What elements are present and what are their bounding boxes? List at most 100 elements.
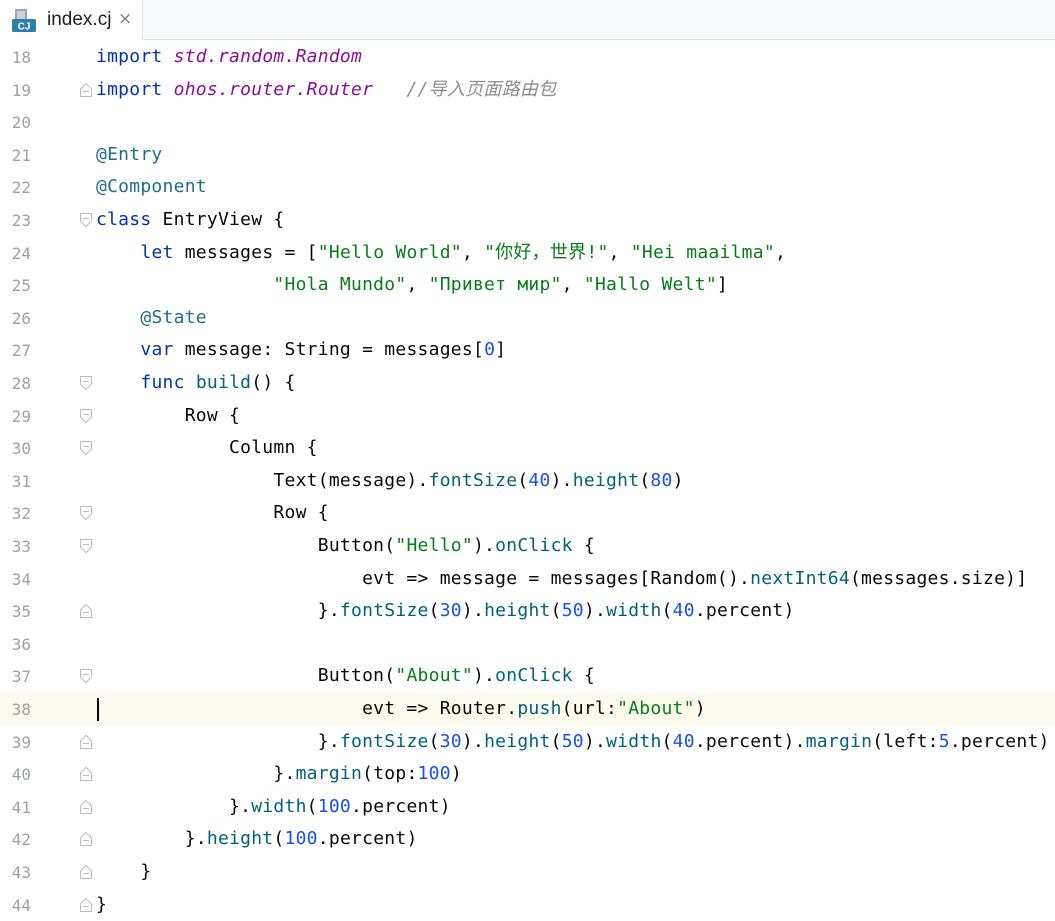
code-token: ). bbox=[461, 600, 485, 622]
code-token: build bbox=[195, 372, 252, 393]
fold-end-icon[interactable] bbox=[79, 799, 93, 815]
code-token: "Hello" bbox=[395, 535, 473, 556]
code-token: width bbox=[606, 600, 662, 622]
fold-start-icon[interactable] bbox=[79, 408, 93, 424]
code-line[interactable]: 26 @State bbox=[0, 302, 1055, 335]
code-line[interactable]: 21 @Entry bbox=[0, 139, 1055, 172]
code-text: var message: String = messages[0] bbox=[96, 339, 506, 361]
code-text: @Entry bbox=[96, 144, 163, 166]
fold-end-icon[interactable] bbox=[79, 734, 93, 750]
fold-end-icon[interactable] bbox=[79, 864, 93, 880]
code-line[interactable]: 19 import ohos.router.Router //导入页面路由包 bbox=[0, 74, 1055, 107]
code-line[interactable]: 28 func build() { bbox=[0, 367, 1055, 400]
code-token: Column { bbox=[96, 437, 318, 459]
code-editor[interactable]: 18 import std.random.Random 19 import ohos.… bbox=[0, 41, 1055, 917]
code-token: @Entry bbox=[96, 143, 163, 165]
code-line[interactable]: 33 Button("Hello").onClick { bbox=[0, 530, 1055, 563]
fold-start-icon[interactable] bbox=[79, 375, 93, 391]
code-text: }.width(100.percent) bbox=[96, 796, 451, 818]
code-token: }. bbox=[96, 600, 340, 622]
code-token: ). bbox=[583, 730, 607, 752]
code-line[interactable]: 38 evt => Router.push(url:"About") bbox=[0, 693, 1055, 726]
fold-start-icon[interactable] bbox=[79, 505, 93, 521]
code-token: ). bbox=[461, 730, 485, 752]
code-line[interactable]: 40 }.margin(top:100) bbox=[0, 758, 1055, 791]
code-line[interactable]: 36 bbox=[0, 628, 1055, 661]
code-text: "Hola Mundo", "Привет мир", "Hallo Welt"… bbox=[96, 274, 728, 296]
code-line[interactable]: 42 }.height(100.percent) bbox=[0, 823, 1055, 856]
fold-start-icon[interactable] bbox=[79, 212, 93, 228]
line-number: 33 bbox=[11, 537, 31, 556]
code-text: import std.random.Random bbox=[96, 46, 362, 68]
line-number: 44 bbox=[11, 895, 31, 915]
code-text: } bbox=[96, 894, 107, 916]
line-number: 41 bbox=[11, 797, 31, 817]
code-token: 50 bbox=[561, 730, 584, 752]
code-text: import ohos.router.Router //导入页面路由包 bbox=[96, 79, 556, 101]
code-token: "About" bbox=[395, 665, 473, 687]
code-line[interactable]: 37 Button("About").onClick { bbox=[0, 660, 1055, 693]
code-token: ( bbox=[661, 600, 673, 622]
code-token: class bbox=[96, 209, 152, 230]
code-line[interactable]: 35 }.fontSize(30).height(50).width(40.pe… bbox=[0, 595, 1055, 628]
code-line[interactable]: 32 Row { bbox=[0, 497, 1055, 530]
code-line[interactable]: 22 @Component bbox=[0, 171, 1055, 204]
code-line[interactable]: 18 import std.random.Random bbox=[0, 41, 1055, 74]
fold-start-icon[interactable] bbox=[79, 668, 93, 684]
code-token: nextInt64 bbox=[750, 567, 850, 589]
code-token: (url: bbox=[561, 698, 618, 719]
code-token: .percent) bbox=[694, 600, 795, 622]
code-line[interactable]: 43 } bbox=[0, 856, 1055, 889]
code-line[interactable]: 34 evt => message = messages[Random().ne… bbox=[0, 563, 1055, 596]
code-text: func build() { bbox=[96, 372, 296, 394]
code-token: 40 bbox=[672, 600, 695, 622]
fold-end-icon[interactable] bbox=[79, 766, 93, 782]
code-token: (messages.size)] bbox=[849, 567, 1028, 589]
code-token: ) bbox=[672, 469, 684, 491]
code-line[interactable]: 25 "Hola Mundo", "Привет мир", "Hallo We… bbox=[0, 269, 1055, 302]
code-line[interactable]: 23 class EntryView { bbox=[0, 204, 1055, 237]
code-token: messages = [ bbox=[173, 241, 318, 263]
line-number: 26 bbox=[11, 308, 31, 328]
code-line[interactable]: 24 let messages = ["Hello World", "你好，世界… bbox=[0, 237, 1055, 270]
code-text: @Component bbox=[96, 176, 207, 198]
code-line[interactable]: 27 var message: String = messages[0] bbox=[0, 334, 1055, 367]
line-number: 19 bbox=[11, 80, 31, 100]
code-line[interactable]: 39 }.fontSize(30).height(50).width(40.pe… bbox=[0, 726, 1055, 759]
code-token: 0 bbox=[484, 339, 496, 361]
code-line[interactable]: 31 Text(message).fontSize(40).height(80) bbox=[0, 465, 1055, 498]
tab-index-cj[interactable]: CJ index.cj × bbox=[0, 0, 143, 40]
line-number: 40 bbox=[11, 765, 31, 785]
line-number: 24 bbox=[11, 243, 31, 263]
code-token: EntryView { bbox=[151, 209, 285, 230]
fold-start-icon[interactable] bbox=[79, 538, 93, 554]
fold-end-icon[interactable] bbox=[79, 82, 93, 98]
code-token: { bbox=[572, 535, 595, 556]
code-token: 5 bbox=[938, 730, 950, 752]
close-icon[interactable]: × bbox=[118, 9, 132, 29]
code-token: .percent). bbox=[694, 730, 806, 752]
code-token: } bbox=[96, 893, 108, 915]
code-token: ). bbox=[550, 469, 573, 491]
code-line[interactable]: 20 bbox=[0, 106, 1055, 139]
code-text: Text(message).fontSize(40).height(80) bbox=[96, 470, 684, 492]
fold-end-icon[interactable] bbox=[79, 603, 93, 619]
code-token: (left: bbox=[872, 730, 939, 752]
code-token: ). bbox=[472, 535, 496, 556]
code-token: evt => Router. bbox=[96, 698, 518, 719]
code-token: onClick bbox=[495, 535, 573, 556]
line-number: 28 bbox=[11, 374, 31, 393]
code-token: () { bbox=[251, 372, 296, 393]
code-line[interactable]: 29 Row { bbox=[0, 400, 1055, 433]
code-token: Button( bbox=[96, 535, 396, 556]
code-line[interactable]: 41 }.width(100.percent) bbox=[0, 791, 1055, 824]
fold-start-icon[interactable] bbox=[79, 440, 93, 456]
code-token: } bbox=[96, 861, 152, 882]
code-token: Row { bbox=[96, 404, 241, 426]
fold-end-icon[interactable] bbox=[79, 831, 93, 847]
code-line[interactable]: 44} bbox=[0, 889, 1055, 921]
fold-end-icon[interactable] bbox=[79, 897, 93, 913]
code-line[interactable]: 30 Column { bbox=[0, 432, 1055, 465]
code-token: ] bbox=[495, 339, 507, 361]
code-token: 40 bbox=[528, 469, 551, 491]
